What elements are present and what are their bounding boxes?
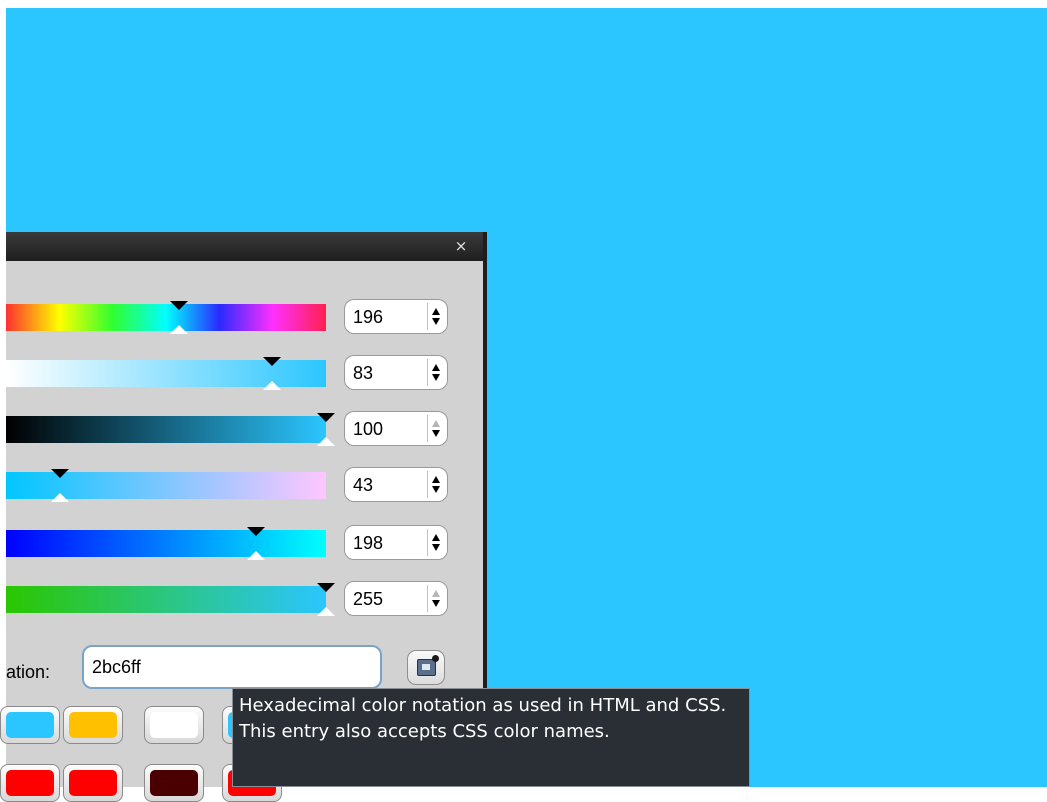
value-slider-handle-bottom[interactable] <box>317 437 335 446</box>
green-slider[interactable] <box>6 530 326 557</box>
green-value[interactable]: 198 <box>353 533 383 554</box>
arrow-up-icon[interactable] <box>432 420 440 427</box>
saturation-value[interactable]: 83 <box>353 363 373 384</box>
red-slider-handle-bottom[interactable] <box>51 493 69 502</box>
swatch-fill <box>69 712 117 738</box>
color-swatch[interactable] <box>0 764 60 802</box>
value-spinbox[interactable]: 100 <box>344 411 448 446</box>
swatch-fill <box>6 712 54 738</box>
color-swatch[interactable] <box>63 764 123 802</box>
blue-stepper[interactable] <box>427 585 446 612</box>
hue-stepper[interactable] <box>427 303 446 330</box>
swatch-fill <box>150 770 198 796</box>
value-value[interactable]: 100 <box>353 419 383 440</box>
color-swatch[interactable] <box>144 764 204 802</box>
color-swatch[interactable] <box>63 706 123 744</box>
arrow-down-icon[interactable] <box>432 600 440 607</box>
arrow-down-icon[interactable] <box>432 318 440 325</box>
blue-slider[interactable] <box>6 586 326 613</box>
hex-notation-label: ation: <box>6 662 51 682</box>
blue-spinbox[interactable]: 255 <box>344 581 448 616</box>
green-slider-handle-bottom[interactable] <box>247 551 265 560</box>
arrow-up-icon[interactable] <box>432 476 440 483</box>
hue-slider-handle-top[interactable] <box>170 301 188 310</box>
red-stepper[interactable] <box>427 471 446 498</box>
value-slider[interactable] <box>6 416 326 443</box>
value-stepper[interactable] <box>427 415 446 442</box>
channel-row-hue: 196 <box>6 299 483 336</box>
swatch-fill <box>150 712 198 738</box>
arrow-up-icon[interactable] <box>432 308 440 315</box>
saturation-stepper[interactable] <box>427 359 446 386</box>
red-spinbox[interactable]: 43 <box>344 467 448 502</box>
red-slider-handle-top[interactable] <box>51 469 69 478</box>
arrow-down-icon[interactable] <box>432 486 440 493</box>
blue-slider-handle-top[interactable] <box>317 583 335 592</box>
channel-row-blue: 255 <box>6 581 483 618</box>
channel-row-value: 100 <box>6 411 483 448</box>
picker-dot <box>432 655 439 662</box>
color-swatch[interactable] <box>0 706 60 744</box>
hue-slider-handle-bottom[interactable] <box>170 325 188 334</box>
channel-row-green: 198 <box>6 525 483 562</box>
value-slider-handle-top[interactable] <box>317 413 335 422</box>
arrow-up-icon[interactable] <box>432 534 440 541</box>
arrow-up-icon[interactable] <box>432 590 440 597</box>
blue-slider-handle-bottom[interactable] <box>317 607 335 616</box>
arrow-up-icon[interactable] <box>432 364 440 371</box>
channel-row-red: 43 <box>6 467 483 504</box>
hex-color-input[interactable] <box>82 645 382 689</box>
saturation-slider-handle-bottom[interactable] <box>263 381 281 390</box>
saturation-slider-handle-top[interactable] <box>263 357 281 366</box>
channel-row-saturation: 83 <box>6 355 483 392</box>
arrow-down-icon[interactable] <box>432 544 440 551</box>
swatch-fill <box>69 770 117 796</box>
red-value[interactable]: 43 <box>353 475 373 496</box>
green-spinbox[interactable]: 198 <box>344 525 448 560</box>
arrow-down-icon[interactable] <box>432 430 440 437</box>
arrow-down-icon[interactable] <box>432 374 440 381</box>
color-picker-button[interactable] <box>407 650 445 685</box>
green-stepper[interactable] <box>427 529 446 556</box>
blue-value[interactable]: 255 <box>353 589 383 610</box>
green-slider-handle-top[interactable] <box>247 527 265 536</box>
swatch-fill <box>6 770 54 796</box>
dialog-titlebar[interactable]: × <box>6 232 483 261</box>
saturation-spinbox[interactable]: 83 <box>344 355 448 390</box>
hex-notation-tooltip: Hexadecimal color notation as used in HT… <box>232 688 750 787</box>
hue-slider[interactable] <box>6 304 326 331</box>
close-button[interactable]: × <box>452 237 470 255</box>
hue-spinbox[interactable]: 196 <box>344 299 448 334</box>
hue-value[interactable]: 196 <box>353 307 383 328</box>
color-swatch[interactable] <box>144 706 204 744</box>
